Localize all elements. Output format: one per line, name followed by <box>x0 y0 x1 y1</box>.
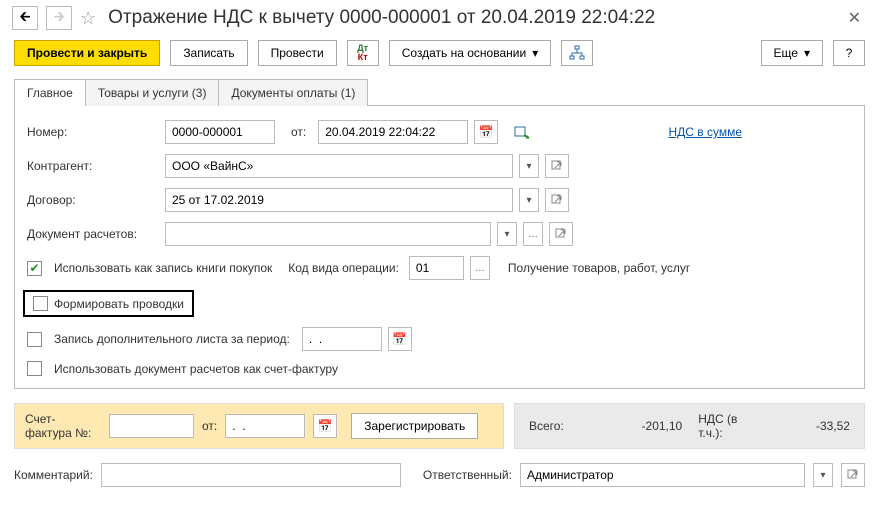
number-input[interactable] <box>165 120 275 144</box>
sf-label: Счет-фактура №: <box>25 412 101 440</box>
sf-number-input[interactable] <box>109 414 194 438</box>
dtkt-icon: ДтКт <box>357 44 368 62</box>
create-based-on-button[interactable]: Создать на основании ▾ <box>389 40 552 66</box>
op-code-input[interactable] <box>409 256 464 280</box>
status-icon <box>514 125 530 139</box>
op-code-label: Код вида операции: <box>288 261 399 275</box>
calc-doc-label: Документ расчетов: <box>27 227 159 241</box>
extra-sheet-checkbox[interactable] <box>27 332 42 347</box>
totals-box: Всего: -201,10 НДС (в т.ч.): -33,52 <box>514 403 865 449</box>
contragent-label: Контрагент: <box>27 159 159 173</box>
extra-sheet-label: Запись дополнительного листа за период: <box>54 332 290 346</box>
nds-value: -33,52 <box>816 419 850 433</box>
favorite-icon[interactable]: ☆ <box>80 8 96 29</box>
calendar-icon[interactable] <box>474 120 498 144</box>
form-entries-highlight: Формировать проводки <box>23 290 194 317</box>
calc-doc-dropdown[interactable]: ▾ <box>497 222 517 246</box>
structure-button[interactable] <box>561 40 593 66</box>
use-calc-as-sf-checkbox[interactable] <box>27 361 42 376</box>
close-icon[interactable]: ✕ <box>842 8 867 28</box>
dtkt-button[interactable]: ДтКт <box>347 40 379 66</box>
tab-paydocs[interactable]: Документы оплаты (1) <box>218 79 368 106</box>
create-based-label: Создать на основании <box>402 46 527 60</box>
total-label: Всего: <box>529 419 564 433</box>
use-purchase-book-checkbox[interactable] <box>27 261 42 276</box>
post-button[interactable]: Провести <box>258 40 337 66</box>
more-button[interactable]: Еще ▾ <box>761 40 823 66</box>
use-calc-as-sf-label: Использовать документ расчетов как счет-… <box>54 362 338 376</box>
from-label: от: <box>291 125 306 139</box>
forward-button: 🡲 <box>46 6 72 30</box>
contract-input[interactable] <box>165 188 513 212</box>
chevron-down-icon: ▾ <box>804 46 810 60</box>
op-code-desc: Получение товаров, работ, услуг <box>508 261 690 275</box>
responsible-label: Ответственный: <box>423 468 512 482</box>
tab-goods[interactable]: Товары и услуги (3) <box>85 79 220 106</box>
post-and-close-button[interactable]: Провести и закрыть <box>14 40 160 66</box>
comment-label: Комментарий: <box>14 468 93 482</box>
op-code-select[interactable]: … <box>470 256 490 280</box>
register-button[interactable]: Зарегистрировать <box>351 413 478 439</box>
form-entries-label: Формировать проводки <box>54 297 184 311</box>
contragent-dropdown[interactable]: ▾ <box>519 154 539 178</box>
responsible-open[interactable] <box>841 463 865 487</box>
contract-open[interactable] <box>545 188 569 212</box>
total-value: -201,10 <box>642 419 683 433</box>
sf-from-label: от: <box>202 419 217 433</box>
use-purchase-book-label: Использовать как запись книги покупок <box>54 261 272 275</box>
tree-icon <box>569 45 585 61</box>
date-input[interactable] <box>318 120 468 144</box>
calc-doc-input[interactable] <box>165 222 491 246</box>
page-title: Отражение НДС к вычету 0000-000001 от 20… <box>108 7 655 29</box>
extra-sheet-date[interactable] <box>302 327 382 351</box>
chevron-down-icon: ▾ <box>532 46 538 60</box>
responsible-input[interactable] <box>520 463 805 487</box>
form-entries-checkbox[interactable] <box>33 296 48 311</box>
calc-doc-select[interactable]: … <box>523 222 543 246</box>
contragent-open[interactable] <box>545 154 569 178</box>
contract-dropdown[interactable]: ▾ <box>519 188 539 212</box>
contract-label: Договор: <box>27 193 159 207</box>
contragent-input[interactable] <box>165 154 513 178</box>
sf-date-input[interactable] <box>225 414 305 438</box>
save-button[interactable]: Записать <box>170 40 247 66</box>
comment-input[interactable] <box>101 463 401 487</box>
nds-mode-link[interactable]: НДС в сумме <box>668 125 742 139</box>
back-button[interactable]: 🡰 <box>12 6 38 30</box>
nds-label: НДС (в т.ч.): <box>698 412 738 440</box>
sf-calendar[interactable] <box>313 414 337 438</box>
calc-doc-open[interactable] <box>549 222 573 246</box>
number-label: Номер: <box>27 125 159 139</box>
invoice-register-box: Счет-фактура №: от: Зарегистрировать <box>14 403 504 449</box>
help-button[interactable]: ? <box>833 40 865 66</box>
more-label: Еще <box>774 46 798 60</box>
extra-sheet-calendar[interactable] <box>388 327 412 351</box>
tab-main[interactable]: Главное <box>14 79 86 106</box>
responsible-dropdown[interactable]: ▾ <box>813 463 833 487</box>
